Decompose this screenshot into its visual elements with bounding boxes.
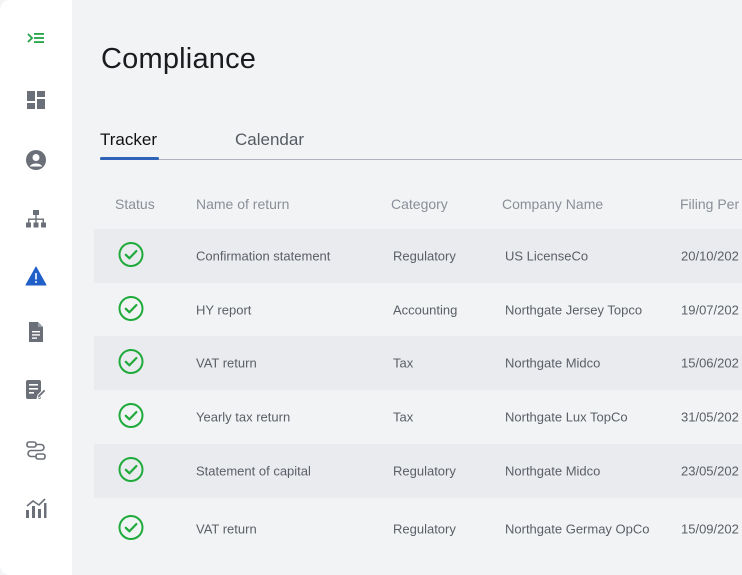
document-icon[interactable] — [24, 320, 48, 344]
check-circle-icon — [118, 515, 144, 544]
return-filing-period: 15/06/202 — [681, 355, 739, 371]
return-company: Northgate Germay OpCo — [505, 521, 650, 537]
return-filing-period: 23/05/202 — [681, 463, 739, 479]
return-company: US LicenseCo — [505, 248, 589, 264]
table-header: Status Name of return Category Company N… — [94, 190, 742, 220]
table-row[interactable]: VAT return Regulatory Northgate Germay O… — [94, 502, 742, 556]
header-company-name[interactable]: Company Name — [502, 196, 603, 212]
return-name: Confirmation statement — [196, 248, 331, 264]
return-name: Yearly tax return — [196, 409, 291, 425]
return-category: Accounting — [393, 302, 458, 318]
check-circle-icon — [118, 242, 144, 271]
return-category: Regulatory — [393, 248, 456, 264]
check-circle-icon — [118, 403, 144, 432]
table-row[interactable]: Yearly tax return Tax Northgate Lux TopC… — [94, 390, 742, 444]
check-circle-icon — [118, 457, 144, 486]
check-circle-icon — [118, 349, 144, 378]
workflow-icon[interactable] — [24, 438, 48, 462]
warning-icon[interactable] — [24, 264, 48, 288]
tab-tracker[interactable]: Tracker — [100, 130, 157, 150]
analytics-icon[interactable] — [24, 496, 48, 520]
header-filing-period[interactable]: Filing Per — [680, 196, 739, 212]
return-name: VAT return — [196, 355, 257, 371]
table-row[interactable]: VAT return Tax Northgate Midco 15/06/202 — [94, 336, 742, 390]
return-company: Northgate Midco — [505, 463, 601, 479]
return-filing-period: 20/10/202 — [681, 248, 739, 264]
edit-document-icon[interactable] — [24, 378, 48, 402]
return-filing-period: 15/09/202 — [681, 521, 739, 537]
return-category: Regulatory — [393, 521, 456, 537]
header-status[interactable]: Status — [115, 196, 155, 212]
return-company: Northgate Jersey Topco — [505, 302, 643, 318]
header-category[interactable]: Category — [391, 196, 448, 212]
return-category: Regulatory — [393, 463, 456, 479]
active-tab-indicator — [100, 157, 159, 160]
table-row[interactable]: HY report Accounting Northgate Jersey To… — [94, 283, 742, 337]
tab-bar: Tracker Calendar — [100, 130, 742, 160]
table-row[interactable]: Statement of capital Regulatory Northgat… — [94, 444, 742, 498]
return-category: Tax — [393, 355, 414, 371]
return-name: VAT return — [196, 521, 257, 537]
check-circle-icon — [118, 296, 144, 325]
tab-calendar[interactable]: Calendar — [235, 130, 304, 150]
return-category: Tax — [393, 409, 414, 425]
main-content: Compliance Tracker Calendar Status Name … — [72, 0, 742, 575]
return-company: Northgate Lux TopCo — [505, 409, 628, 425]
user-icon[interactable] — [24, 148, 48, 172]
header-name-of-return[interactable]: Name of return — [196, 196, 289, 212]
dashboard-icon[interactable] — [24, 88, 48, 112]
menu-collapse-icon[interactable] — [24, 27, 48, 51]
return-filing-period: 19/07/202 — [681, 302, 739, 318]
table-row[interactable]: Confirmation statement Regulatory US Lic… — [94, 229, 742, 283]
sidebar — [0, 0, 72, 575]
org-chart-icon[interactable] — [24, 207, 48, 231]
page-title: Compliance — [101, 43, 257, 75]
return-name: Statement of capital — [196, 463, 311, 479]
return-company: Northgate Midco — [505, 355, 601, 371]
return-filing-period: 31/05/202 — [681, 409, 739, 425]
return-name: HY report — [196, 302, 252, 318]
